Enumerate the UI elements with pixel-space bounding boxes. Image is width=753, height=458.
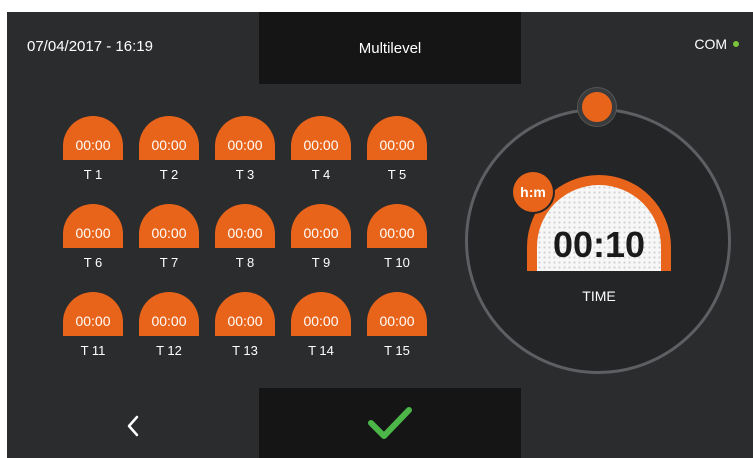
timer-15[interactable]: 00:00 T 15 <box>359 292 435 358</box>
timer-value[interactable]: 00:00 <box>139 116 199 160</box>
timer-value[interactable]: 00:00 <box>291 116 351 160</box>
timer-9[interactable]: 00:00 T 9 <box>283 204 359 270</box>
timer-label: T 3 <box>235 167 255 182</box>
timer-label: T 13 <box>232 343 258 358</box>
timer-label: T 14 <box>308 343 334 358</box>
chevron-left-icon <box>127 415 139 437</box>
timer-2[interactable]: 00:00 T 2 <box>131 116 207 182</box>
timer-10[interactable]: 00:00 T 10 <box>359 204 435 270</box>
timer-label: T 2 <box>159 167 179 182</box>
timer-value[interactable]: 00:00 <box>291 292 351 336</box>
timer-value[interactable]: 00:00 <box>63 204 123 248</box>
timer-13[interactable]: 00:00 T 13 <box>207 292 283 358</box>
dial-time-value[interactable]: 00:10 <box>527 224 671 266</box>
page-title-text: Multilevel <box>358 39 422 57</box>
timer-value[interactable]: 00:00 <box>63 292 123 336</box>
timer-label: T 1 <box>83 167 103 182</box>
timer-grid: 00:00 T 1 00:00 T 2 00:00 T 3 00:00 T 4 00:00 T 5… <box>55 116 435 358</box>
timer-11[interactable]: 00:00 T 11 <box>55 292 131 358</box>
checkmark-icon <box>368 407 412 439</box>
timer-value[interactable]: 00:00 <box>215 204 275 248</box>
com-label: COM <box>694 36 727 52</box>
confirm-button[interactable] <box>259 388 521 458</box>
timer-8[interactable]: 00:00 T 8 <box>207 204 283 270</box>
com-status: COM <box>694 36 739 52</box>
timer-value[interactable]: 00:00 <box>139 292 199 336</box>
timer-label: T 10 <box>384 255 410 270</box>
timer-5[interactable]: 00:00 T 5 <box>359 116 435 182</box>
timer-label: T 6 <box>83 255 103 270</box>
timer-12[interactable]: 00:00 T 12 <box>131 292 207 358</box>
timer-value[interactable]: 00:00 <box>215 116 275 160</box>
time-unit-toggle[interactable]: h:m <box>513 172 553 212</box>
datetime-display: 07/04/2017 - 16:19 <box>27 38 153 55</box>
multilevel-screen: 07/04/2017 - 16:19 Multilevel COM 00:00 T… <box>7 12 753 458</box>
timer-label: T 15 <box>384 343 410 358</box>
timer-label: T 9 <box>311 255 331 270</box>
dial-caption: TIME <box>582 288 616 304</box>
dial-knob-handle[interactable] <box>578 88 616 126</box>
timer-7[interactable]: 00:00 T 7 <box>131 204 207 270</box>
timer-label: T 5 <box>387 167 407 182</box>
timer-value[interactable]: 00:00 <box>139 204 199 248</box>
timer-label: T 7 <box>159 255 179 270</box>
page-title: Multilevel <box>259 12 521 84</box>
time-unit-label: h:m <box>520 184 546 200</box>
timer-label: T 4 <box>311 167 331 182</box>
timer-value[interactable]: 00:00 <box>291 204 351 248</box>
timer-4[interactable]: 00:00 T 4 <box>283 116 359 182</box>
timer-value[interactable]: 00:00 <box>367 292 427 336</box>
back-button[interactable] <box>107 400 159 452</box>
timer-value[interactable]: 00:00 <box>215 292 275 336</box>
timer-value[interactable]: 00:00 <box>367 204 427 248</box>
timer-3[interactable]: 00:00 T 3 <box>207 116 283 182</box>
status-dot-icon <box>733 41 739 47</box>
timer-label: T 12 <box>156 343 182 358</box>
timer-14[interactable]: 00:00 T 14 <box>283 292 359 358</box>
timer-value[interactable]: 00:00 <box>63 116 123 160</box>
timer-value[interactable]: 00:00 <box>367 116 427 160</box>
timer-label: T 8 <box>235 255 255 270</box>
timer-1[interactable]: 00:00 T 1 <box>55 116 131 182</box>
timer-label: T 11 <box>80 343 106 358</box>
timer-6[interactable]: 00:00 T 6 <box>55 204 131 270</box>
